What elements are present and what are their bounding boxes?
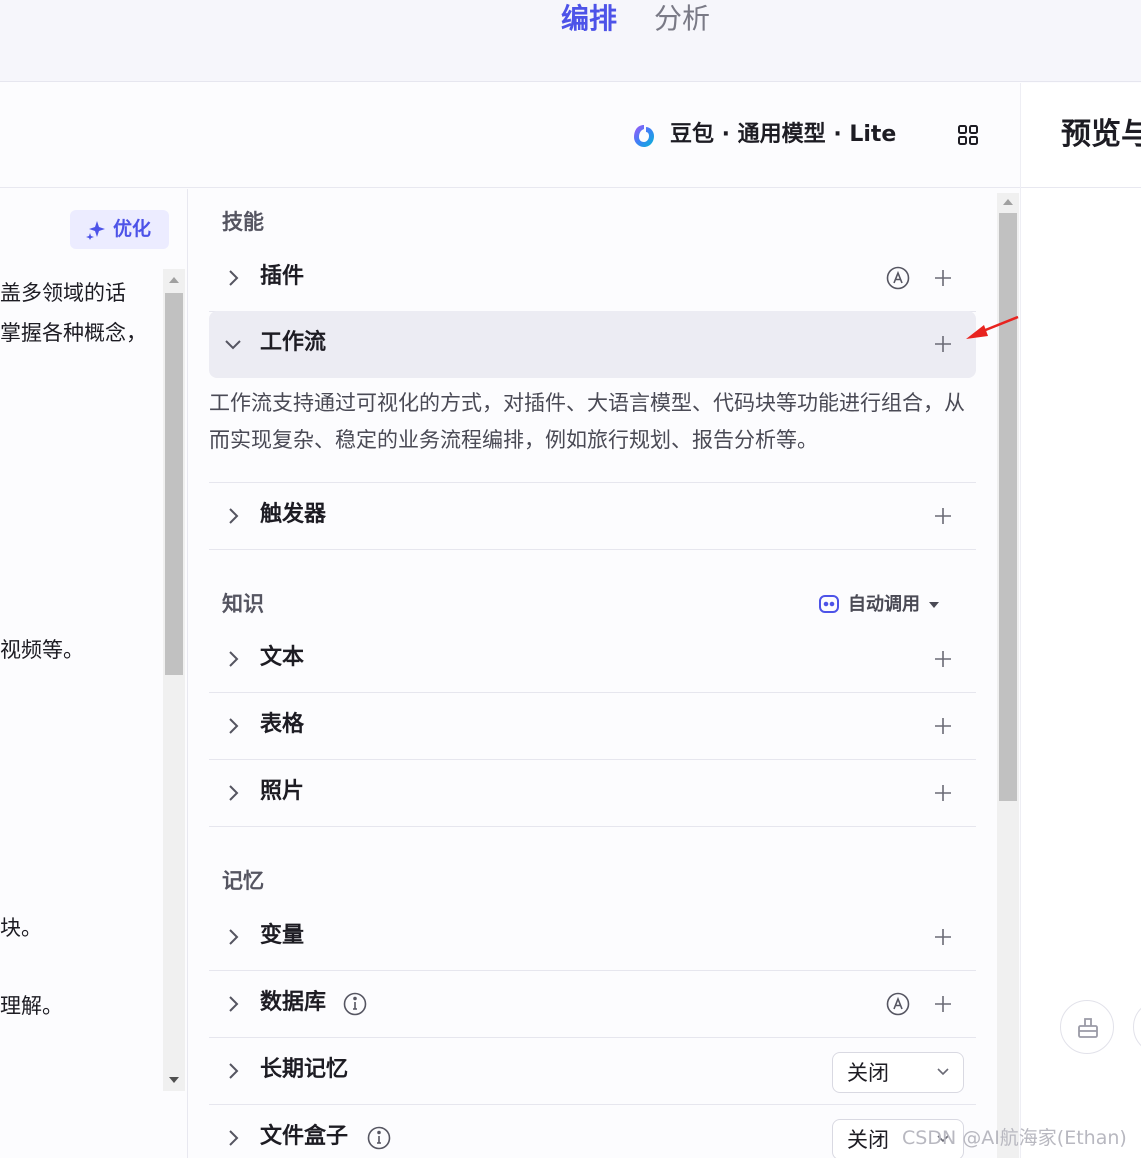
row-label: 文本 — [260, 645, 305, 670]
optimize-label: 优化 — [113, 218, 152, 240]
chevron-down-icon — [937, 1068, 949, 1076]
row-workflow[interactable]: 工作流 — [209, 311, 976, 378]
model-bar: 豆包 · 通用模型 · Lite — [0, 83, 1020, 188]
row-database[interactable]: 数据库 — [209, 971, 976, 1038]
doubao-logo-icon — [634, 125, 654, 147]
robot-icon — [819, 595, 839, 613]
auto-a-icon[interactable] — [886, 992, 910, 1016]
scroll-up-arrow[interactable] — [169, 277, 179, 283]
top-tab-bar: 编排 分析 — [0, 0, 1141, 82]
scroll-up-arrow[interactable] — [1003, 199, 1013, 205]
add-text-icon[interactable] — [934, 650, 952, 668]
chevron-right-icon — [229, 1130, 239, 1146]
model-selector[interactable]: 豆包 · 通用模型 · Lite — [670, 119, 896, 151]
row-label: 变量 — [260, 923, 305, 948]
row-file-box[interactable]: 文件盒子 关闭 — [209, 1105, 976, 1158]
select-value: 关闭 — [847, 1128, 889, 1152]
chevron-right-icon — [229, 785, 239, 801]
chevron-right-icon — [229, 996, 239, 1012]
prompt-scrollbar[interactable] — [163, 269, 185, 1091]
row-label: 触发器 — [260, 502, 327, 527]
info-icon[interactable] — [367, 1126, 391, 1150]
clear-history-button[interactable] — [1060, 1000, 1114, 1054]
scroll-thumb[interactable] — [165, 293, 183, 675]
apps-grid-icon[interactable] — [957, 124, 979, 146]
info-icon[interactable] — [343, 992, 367, 1016]
long-term-memory-select[interactable]: 关闭 — [832, 1052, 964, 1093]
scroll-down-arrow[interactable] — [169, 1077, 179, 1083]
prompt-text-line: 理解。 — [0, 994, 63, 1018]
section-title-memory: 记忆 — [222, 869, 264, 893]
workflow-description: 工作流支持通过可视化的方式，对插件、大语言模型、代码块等功能进行组合，从而实现复… — [209, 391, 965, 452]
row-label: 照片 — [260, 779, 305, 804]
chevron-right-icon — [229, 1063, 239, 1079]
add-plugin-icon[interactable] — [934, 269, 952, 287]
add-variable-icon[interactable] — [934, 928, 952, 946]
row-label: 数据库 — [260, 990, 327, 1015]
add-workflow-icon[interactable] — [934, 335, 952, 353]
add-trigger-icon[interactable] — [934, 507, 952, 525]
prompt-panel: 优化 盖多领域的话 掌握各种概念， 视频等。 块。 理解。 — [0, 189, 188, 1158]
add-database-icon[interactable] — [934, 995, 952, 1013]
chevron-down-icon — [225, 340, 241, 350]
chevron-right-icon — [229, 508, 239, 524]
row-variable[interactable]: 变量 — [209, 904, 976, 971]
row-text[interactable]: 文本 — [209, 626, 976, 693]
chevron-right-icon — [229, 270, 239, 286]
row-long-term-memory[interactable]: 长期记忆 关闭 — [209, 1038, 976, 1105]
row-label: 表格 — [260, 712, 305, 737]
row-label: 插件 — [260, 264, 305, 289]
auto-a-icon[interactable] — [886, 266, 910, 290]
preview-header: 预览与 — [1021, 83, 1141, 188]
section-title-knowledge: 知识 — [222, 592, 264, 616]
skills-panel: 技能 插件 工作流 工作流支持通过可视化的方式，对插件、大语言模型、代码块等功能… — [189, 189, 1020, 1158]
row-label: 工作流 — [260, 330, 327, 355]
tab-arrange[interactable]: 编排 — [561, 0, 617, 38]
prompt-text-line: 盖多领域的话 — [0, 281, 126, 305]
scroll-thumb[interactable] — [999, 213, 1017, 801]
caret-down-icon — [929, 602, 939, 608]
annotation-arrow-icon — [966, 315, 1019, 339]
watermark: CSDN @AI航海家(Ethan) — [902, 1127, 1127, 1149]
row-label: 长期记忆 — [260, 1057, 349, 1082]
sparkle-icon — [86, 221, 105, 240]
select-value: 关闭 — [847, 1061, 889, 1085]
prompt-text-line: 掌握各种概念， — [0, 321, 147, 345]
optimize-button[interactable]: 优化 — [70, 210, 169, 249]
section-title-skills: 技能 — [222, 210, 264, 234]
secondary-round-button[interactable] — [1133, 1000, 1141, 1054]
preview-panel: 预览与 — [1020, 83, 1141, 1158]
row-photo[interactable]: 照片 — [209, 760, 976, 827]
prompt-text-line: 视频等。 — [0, 638, 84, 662]
row-table[interactable]: 表格 — [209, 693, 976, 760]
auto-call-label: 自动调用 — [848, 594, 920, 615]
add-photo-icon[interactable] — [934, 784, 952, 802]
chevron-right-icon — [229, 718, 239, 734]
add-table-icon[interactable] — [934, 717, 952, 735]
tab-analysis[interactable]: 分析 — [654, 0, 710, 38]
broom-icon — [1078, 1018, 1098, 1038]
preview-title: 预览与 — [1061, 117, 1141, 152]
row-plugin[interactable]: 插件 — [209, 245, 976, 312]
chevron-right-icon — [229, 929, 239, 945]
row-trigger[interactable]: 触发器 — [209, 483, 976, 550]
row-label: 文件盒子 — [260, 1124, 349, 1149]
prompt-text-line: 块。 — [0, 916, 42, 940]
chevron-right-icon — [229, 651, 239, 667]
